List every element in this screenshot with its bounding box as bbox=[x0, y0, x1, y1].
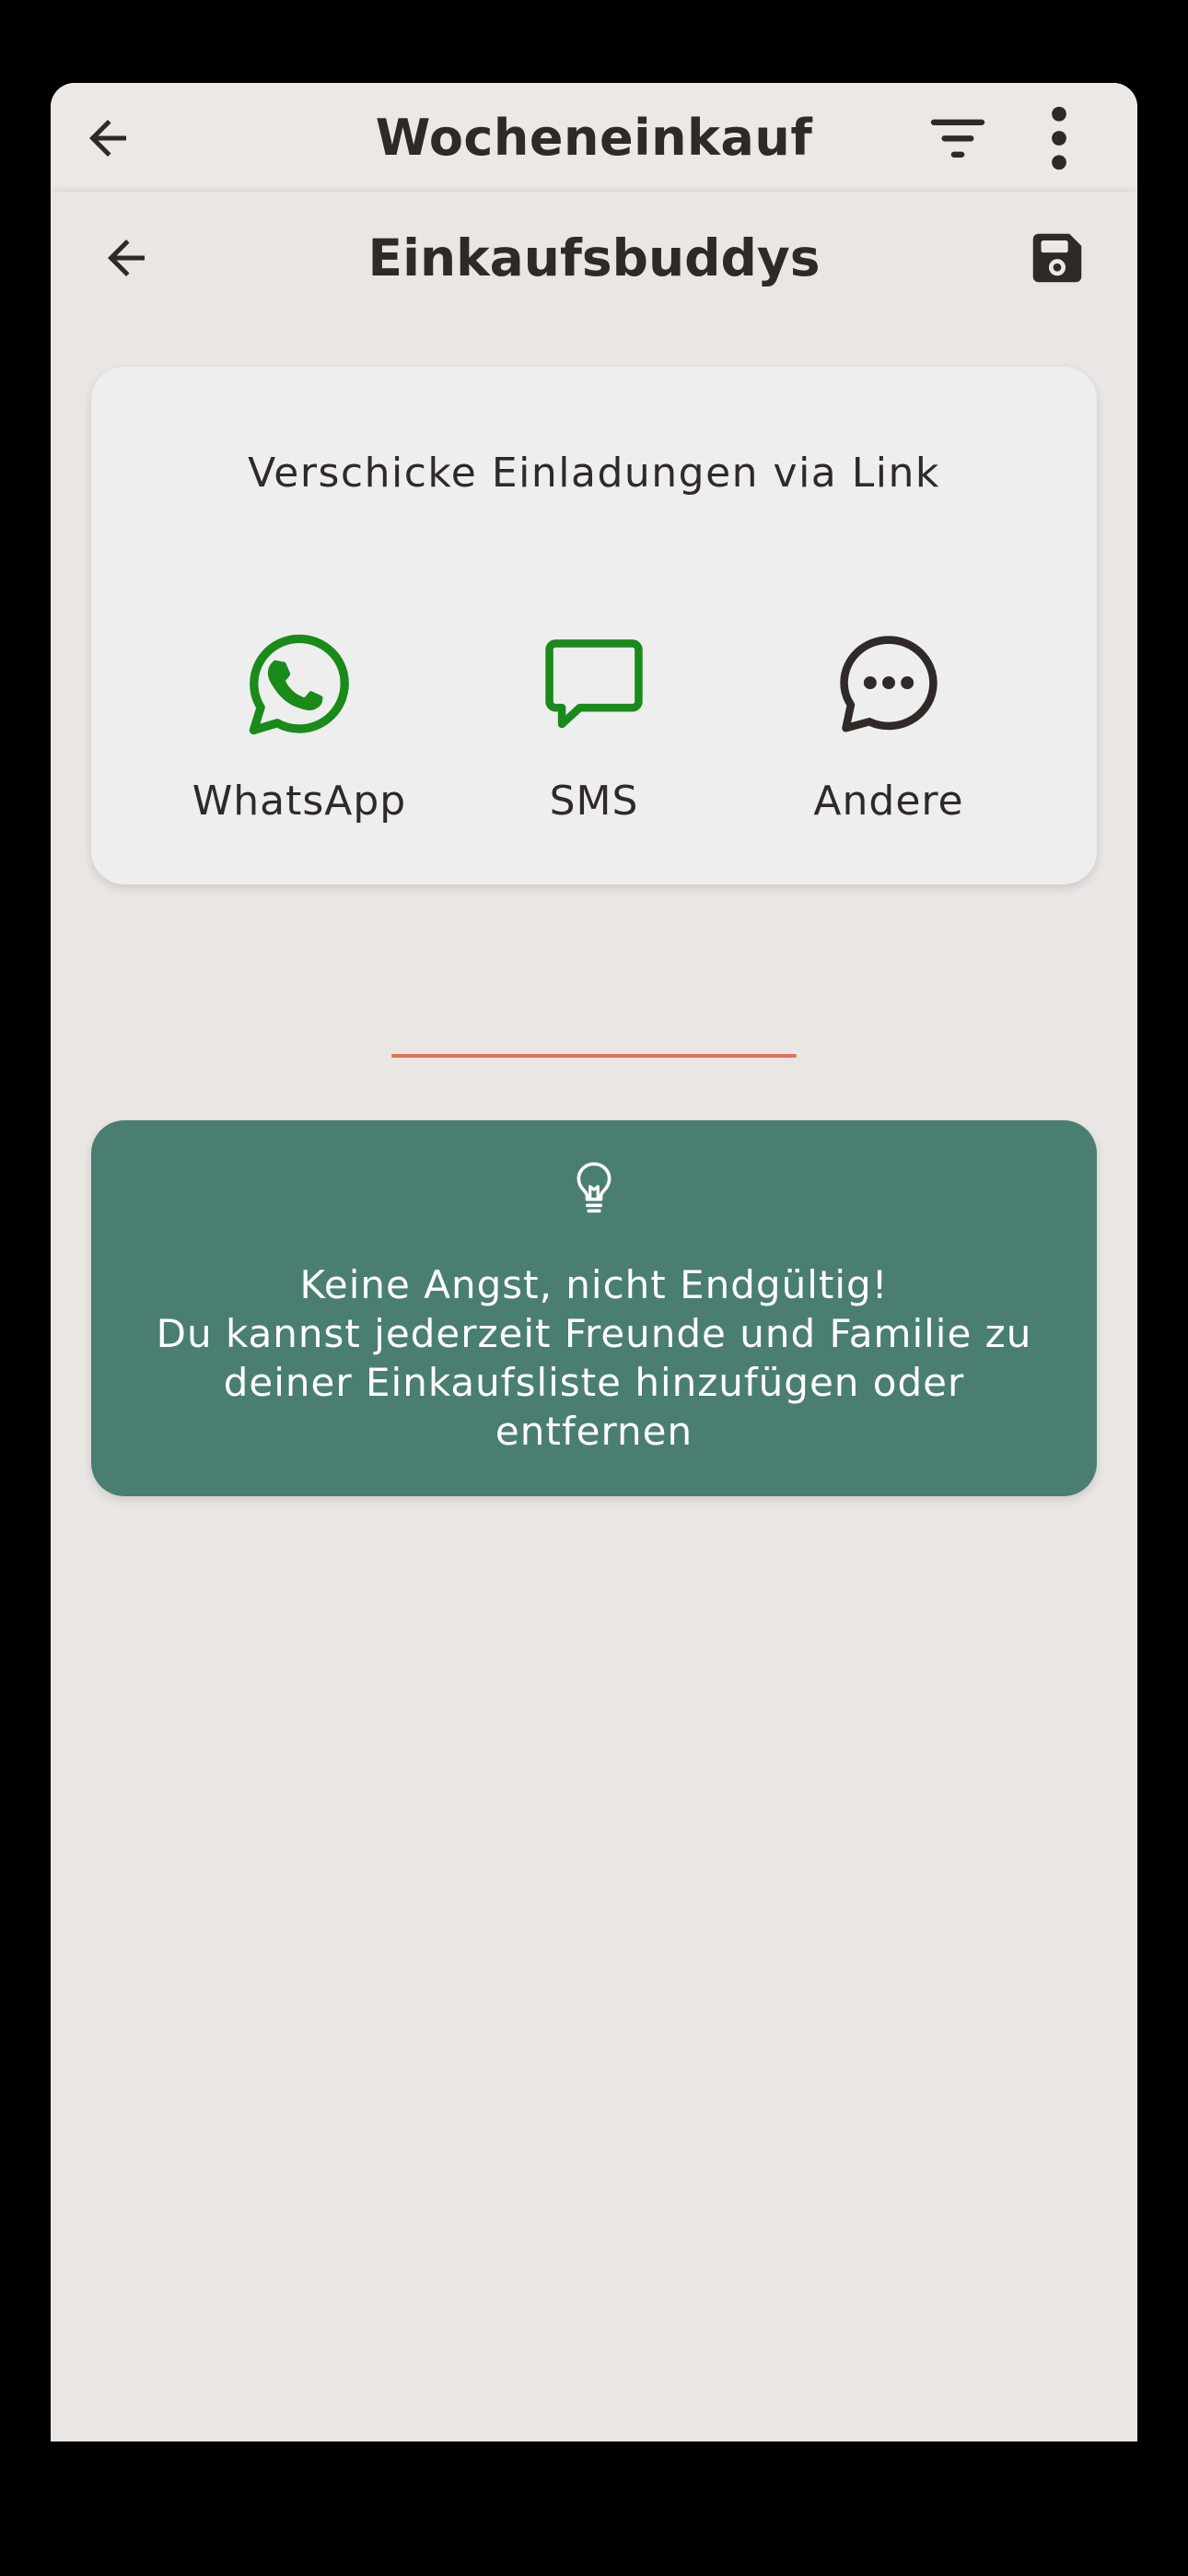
app-bar: Wocheneinkauf bbox=[51, 83, 1137, 193]
tip-body: Du kannst jederzeit Freunde und Familie … bbox=[156, 1311, 1032, 1454]
buddies-sheet: Einkaufsbuddys Verschicke Einladungen vi… bbox=[51, 192, 1137, 2441]
more-chat-icon bbox=[840, 636, 938, 732]
message-icon bbox=[545, 639, 643, 729]
invite-heading: Verschicke Einladungen via Link bbox=[248, 450, 940, 497]
lightbulb-icon bbox=[577, 1162, 611, 1213]
share-sms-button[interactable]: SMS bbox=[456, 625, 732, 855]
other-label: Andere bbox=[813, 778, 964, 825]
save-icon bbox=[1032, 233, 1082, 283]
more-options-button[interactable] bbox=[1041, 103, 1077, 173]
tip-card: Keine Angst, nicht Endgültig! Du kannst … bbox=[91, 1120, 1097, 1496]
invite-card: Verschicke Einladungen via Link WhatsApp… bbox=[91, 367, 1097, 884]
sheet-header: Einkaufsbuddys bbox=[51, 192, 1137, 321]
share-other-button[interactable]: Andere bbox=[751, 625, 1027, 855]
share-whatsapp-button[interactable]: WhatsApp bbox=[161, 625, 437, 855]
app-screen: Wocheneinkauf Einkaufsbuddys Verschicke … bbox=[51, 83, 1137, 2441]
tip-text: Keine Angst, nicht Endgültig! Du kannst … bbox=[128, 1260, 1060, 1456]
tip-headline: Keine Angst, nicht Endgültig! bbox=[299, 1262, 889, 1307]
section-divider bbox=[391, 1054, 797, 1058]
filter-button[interactable] bbox=[926, 109, 990, 168]
whatsapp-label: WhatsApp bbox=[192, 778, 407, 825]
save-button[interactable] bbox=[1022, 223, 1092, 293]
filter-icon bbox=[930, 119, 985, 158]
sms-label: SMS bbox=[549, 778, 639, 825]
more-vertical-icon bbox=[1052, 106, 1066, 170]
sheet-title: Einkaufsbuddys bbox=[367, 228, 821, 287]
whatsapp-icon bbox=[249, 634, 349, 735]
